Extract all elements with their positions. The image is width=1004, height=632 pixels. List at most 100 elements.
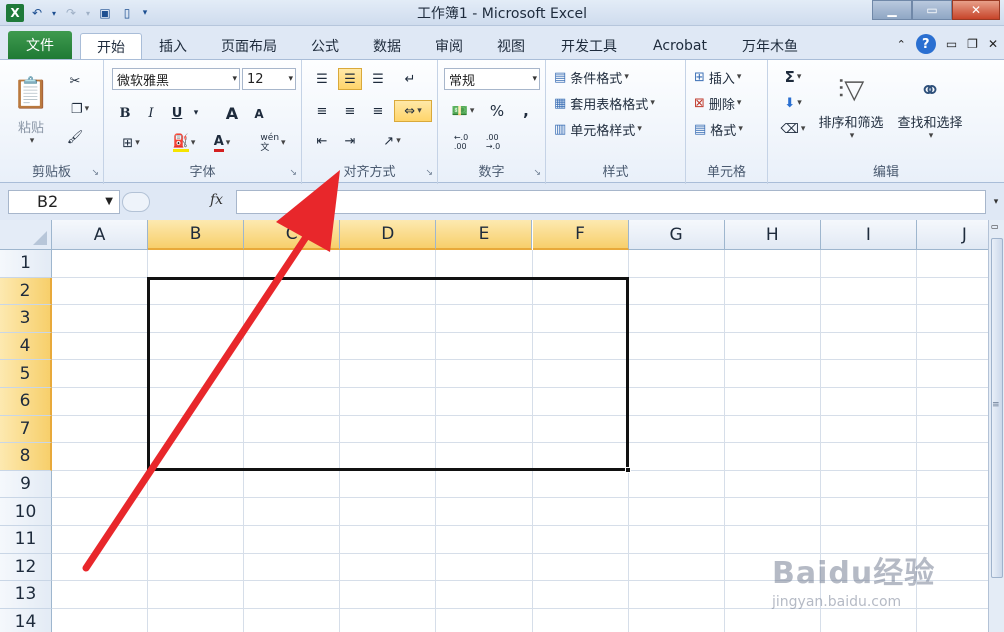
cut-button[interactable]: ✂ (62, 70, 88, 92)
fill-color-button[interactable]: ⛽ ▾ (166, 132, 202, 154)
name-box-dropdown-icon[interactable]: ▼ (105, 191, 113, 213)
column-header-g[interactable]: G (628, 220, 725, 250)
tab-home[interactable]: 开始 (80, 33, 142, 59)
increase-decimal-button[interactable]: ←.0 .00 (446, 130, 476, 154)
fill-button[interactable]: ⬇ ▾ (776, 92, 810, 114)
row-header-2[interactable]: 2 (0, 277, 52, 306)
tab-review[interactable]: 审阅 (426, 33, 472, 59)
wrap-text-button[interactable]: ↵ (398, 68, 422, 90)
expand-formula-bar-icon[interactable]: ▾ (988, 190, 1004, 214)
italic-button[interactable]: I (140, 102, 162, 124)
percent-button[interactable]: % (486, 100, 508, 122)
tab-page-layout[interactable]: 页面布局 (212, 33, 286, 59)
row-header-8[interactable]: 8 (0, 443, 52, 471)
decrease-indent-button[interactable]: ⇤ (310, 130, 334, 152)
column-header-h[interactable]: H (724, 220, 821, 250)
row-header-6[interactable]: 6 (0, 388, 52, 416)
row-header-13[interactable]: 13 (0, 581, 52, 609)
find-select-button[interactable]: ⚭ 查找和选择 ▾ (892, 66, 968, 150)
row-header-11[interactable]: 11 (0, 526, 52, 554)
column-header-f[interactable]: F (532, 220, 629, 250)
comma-button[interactable]: , (516, 100, 536, 122)
column-header-d[interactable]: D (340, 220, 437, 250)
alignment-launcher-icon[interactable]: ↘ (425, 168, 433, 178)
bold-button[interactable]: B (114, 102, 136, 124)
align-middle-button[interactable]: ☰ (338, 68, 362, 90)
doc-restore-icon[interactable]: ❐ (967, 37, 978, 51)
font-size-select[interactable]: 12 ▾ (242, 68, 296, 90)
number-launcher-icon[interactable]: ↘ (533, 168, 541, 178)
row-header-5[interactable]: 5 (0, 360, 52, 388)
number-format-select[interactable]: 常规 ▾ (444, 68, 540, 90)
shrink-font-button[interactable]: A (248, 104, 270, 124)
clipboard-launcher-icon[interactable]: ↘ (91, 168, 99, 178)
vertical-scrollbar[interactable]: ▭ ≡ (988, 220, 1004, 632)
fill-handle[interactable] (625, 467, 631, 473)
row-header-12[interactable]: 12 (0, 553, 52, 582)
cell-styles-button[interactable]: ▥ 单元格样式 ▾ (554, 118, 678, 140)
insert-function-button[interactable]: fx (210, 192, 223, 208)
font-launcher-icon[interactable]: ↘ (289, 168, 297, 178)
row-header-9[interactable]: 9 (0, 470, 52, 499)
format-painter-button[interactable]: 🖌 (62, 126, 88, 148)
copy-button[interactable]: ❐ ▾ (62, 98, 98, 120)
name-box[interactable]: B2 ▼ (8, 190, 120, 214)
column-header-c[interactable]: C (244, 220, 341, 250)
doc-minimize-icon[interactable]: ▭ (946, 37, 957, 51)
currency-button[interactable]: 💵 ▾ (446, 100, 480, 122)
help-icon[interactable]: ? (915, 34, 936, 54)
doc-close-icon[interactable]: ✕ (988, 37, 998, 51)
formula-input[interactable] (236, 190, 986, 214)
phonetic-guide-button[interactable]: wén 文 ▾ (256, 130, 290, 156)
tab-file[interactable]: 文件 (8, 31, 72, 59)
font-name-select[interactable]: 微软雅黑 ▾ (112, 68, 240, 90)
increase-indent-button[interactable]: ⇥ (338, 130, 362, 152)
format-as-table-button[interactable]: ▦ 套用表格格式 ▾ (554, 92, 686, 114)
minimize-ribbon-icon[interactable]: ⌃ (897, 38, 906, 51)
column-header-i[interactable]: I (820, 220, 917, 250)
autosum-button[interactable]: Σ ▾ (776, 66, 810, 88)
row-header-4[interactable]: 4 (0, 332, 52, 361)
tab-developer[interactable]: 开发工具 (552, 33, 626, 59)
row-header-10[interactable]: 10 (0, 498, 52, 526)
column-header-a[interactable]: A (52, 220, 149, 250)
maximize-button[interactable]: ▭ (912, 0, 952, 20)
align-center-button[interactable]: ≡ (338, 100, 362, 122)
conditional-formatting-button[interactable]: ▤ 条件格式 ▾ (554, 66, 678, 88)
grow-font-button[interactable]: A (220, 102, 244, 124)
align-left-button[interactable]: ≡ (310, 100, 334, 122)
minimize-button[interactable]: ▁ (872, 0, 912, 20)
select-all-button[interactable] (0, 220, 52, 250)
tab-insert[interactable]: 插入 (150, 33, 196, 59)
align-right-button[interactable]: ≡ (366, 100, 390, 122)
decrease-decimal-button[interactable]: .00 →.0 (478, 130, 508, 154)
clear-button[interactable]: ⌫ ▾ (776, 118, 810, 140)
insert-cells-button[interactable]: ⊞ 插入 ▾ (694, 66, 764, 88)
split-box-icon[interactable]: ▭ (991, 222, 999, 231)
delete-cells-button[interactable]: ⊠ 删除 ▾ (694, 92, 764, 114)
underline-button[interactable]: U (166, 102, 188, 124)
row-header-3[interactable]: 3 (0, 305, 52, 333)
tab-view[interactable]: 视图 (488, 33, 534, 59)
tab-formulas[interactable]: 公式 (302, 33, 348, 59)
row-header-14[interactable]: 14 (0, 608, 52, 632)
borders-button[interactable]: ⊞ ▾ (114, 132, 148, 154)
align-top-button[interactable]: ☰ (310, 68, 334, 90)
row-header-1[interactable]: 1 (0, 250, 52, 278)
tab-data[interactable]: 数据 (364, 33, 410, 59)
tab-acrobat[interactable]: Acrobat (642, 33, 718, 59)
merge-center-button[interactable]: ⇔ ▾ (394, 100, 432, 122)
column-header-e[interactable]: E (436, 220, 533, 250)
orientation-button[interactable]: ↗ ▾ (376, 130, 408, 152)
formula-bar-handle[interactable] (122, 192, 150, 212)
underline-dropdown-icon[interactable]: ▾ (190, 102, 202, 124)
column-header-b[interactable]: B (148, 220, 245, 250)
column-header-j[interactable]: J (916, 220, 988, 250)
row-header-7[interactable]: 7 (0, 415, 52, 444)
align-bottom-button[interactable]: ☰ (366, 68, 390, 90)
format-cells-button[interactable]: ▤ 格式 ▾ (694, 118, 764, 140)
paste-button[interactable]: 📋 粘贴 ▾ (10, 66, 52, 156)
sort-filter-button[interactable]: ⫶▽ 排序和筛选 ▾ (812, 66, 890, 150)
tab-wannianmuyu[interactable]: 万年木鱼 (732, 33, 808, 59)
close-button[interactable]: ✕ (952, 0, 1000, 20)
